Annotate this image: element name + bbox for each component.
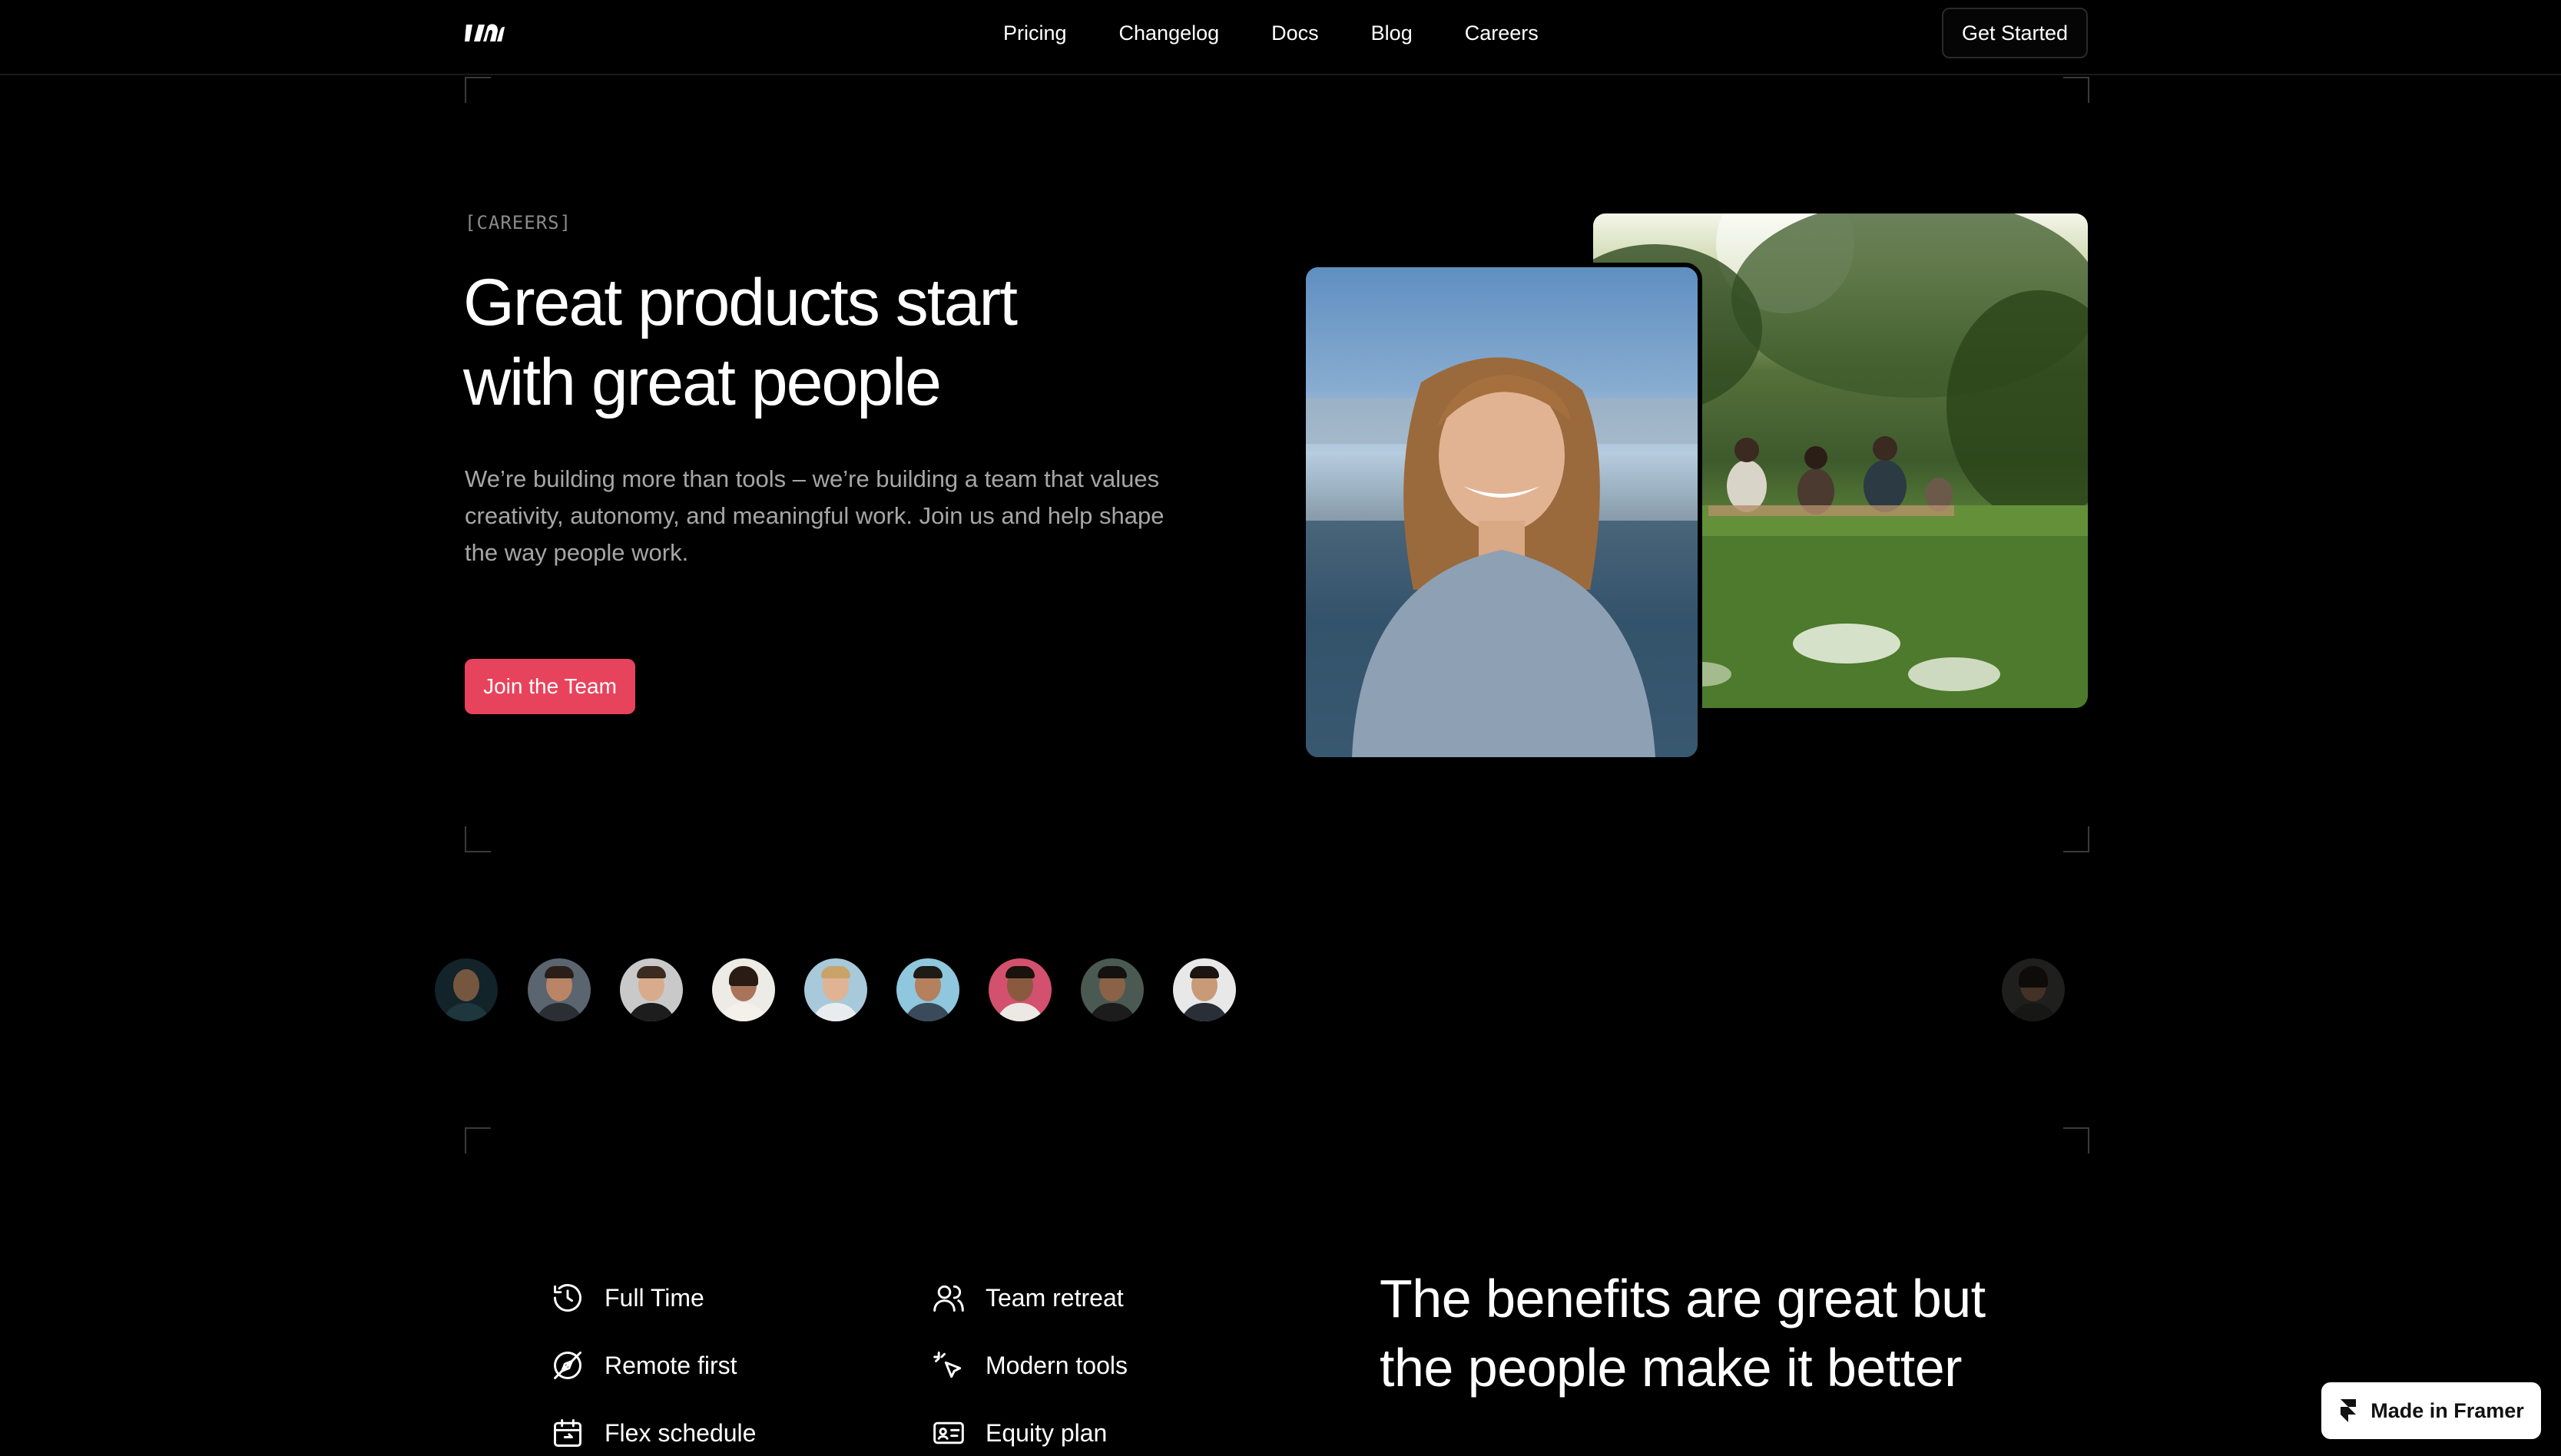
benefit-item: Equity plan <box>932 1415 1107 1451</box>
hero-title-line: with great people <box>463 346 942 419</box>
get-started-button[interactable]: Get Started <box>1942 8 2088 58</box>
team-avatar <box>2002 958 2065 1021</box>
team-avatar <box>896 958 959 1021</box>
top-navigation: Pricing Changelog Docs Blog Careers Get … <box>0 0 2561 75</box>
portrait-scene <box>1306 357 1698 757</box>
frame-corner <box>2063 77 2089 103</box>
nav-link-docs[interactable]: Docs <box>1271 22 1319 45</box>
compass-off-icon <box>551 1348 585 1382</box>
framer-logo-icon <box>2341 1399 2357 1422</box>
frame-corner <box>2063 1127 2089 1153</box>
benefit-item: Full Time <box>551 1279 704 1316</box>
benefits-heading-line: the people make it better <box>1380 1338 1962 1398</box>
benefit-item: Flex schedule <box>551 1415 756 1451</box>
team-avatar <box>712 958 775 1021</box>
benefit-label: Remote first <box>605 1351 737 1379</box>
pointer-click-icon <box>932 1348 966 1382</box>
hero-title: Great products start with great people <box>463 263 1155 422</box>
team-avatar <box>528 958 591 1021</box>
team-avatar <box>620 958 683 1021</box>
hero-subtitle: We’re building more than tools – we’re b… <box>465 465 1165 566</box>
frame-corner <box>465 77 491 103</box>
badge-label: Made in Framer <box>2370 1398 2524 1422</box>
team-avatar <box>435 958 498 1021</box>
nav-link-careers[interactable]: Careers <box>1465 22 1539 45</box>
id-card-icon <box>932 1416 966 1450</box>
nav-link-blog[interactable]: Blog <box>1371 22 1413 45</box>
nav-links: Pricing Changelog Docs Blog Careers <box>1003 0 1539 66</box>
benefit-item: Team retreat <box>932 1279 1124 1316</box>
nav-link-pricing[interactable]: Pricing <box>1003 22 1067 45</box>
team-avatars-row <box>0 958 2561 1023</box>
benefit-label: Flex schedule <box>605 1418 757 1447</box>
users-icon <box>932 1281 966 1315</box>
benefit-label: Full Time <box>605 1283 704 1312</box>
team-avatar <box>1173 958 1236 1021</box>
frame-corner <box>465 1127 491 1153</box>
section-eyebrow: [CAREERS] <box>465 212 572 233</box>
benefit-label: Modern tools <box>986 1351 1128 1379</box>
hero-title-line: Great products start <box>463 266 1018 339</box>
benefits-heading-line: The benefits are great but <box>1380 1269 1986 1329</box>
join-team-button[interactable]: Join the Team <box>465 659 635 714</box>
calendar-icon <box>551 1416 585 1450</box>
benefit-label: Equity plan <box>986 1418 1108 1447</box>
made-in-framer-badge[interactable]: Made in Framer <box>2321 1382 2541 1439</box>
benefits-heading: The benefits are great but the people ma… <box>1380 1264 2148 1402</box>
benefit-label: Team retreat <box>986 1283 1124 1312</box>
team-avatar <box>1081 958 1144 1021</box>
frame-corner <box>2063 826 2089 852</box>
clock-history-icon <box>551 1281 585 1315</box>
nav-link-changelog[interactable]: Changelog <box>1119 22 1220 45</box>
brand-logo-icon[interactable] <box>465 22 505 45</box>
smiling-woman-portrait-photo <box>1301 263 1702 762</box>
frame-corner <box>465 826 491 852</box>
benefit-item: Remote first <box>551 1347 737 1384</box>
benefit-item: Modern tools <box>932 1347 1128 1384</box>
team-avatar <box>989 958 1052 1021</box>
team-avatar <box>804 958 867 1021</box>
